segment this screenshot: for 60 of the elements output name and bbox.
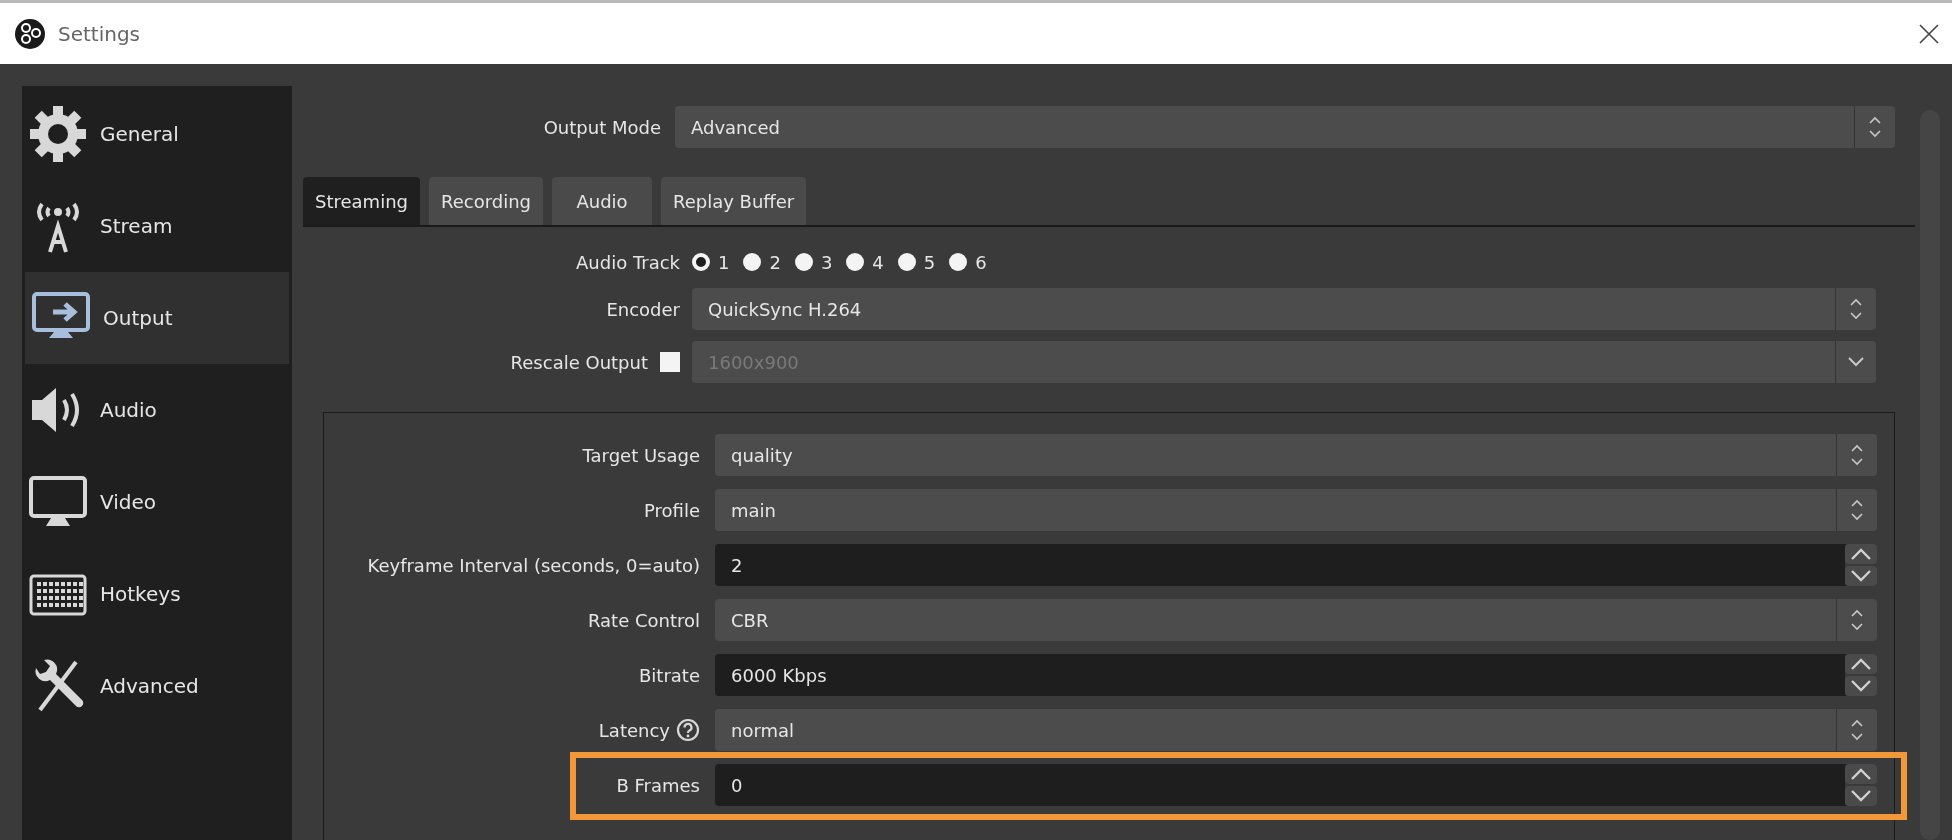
spin-down-button[interactable] <box>1845 676 1877 696</box>
spin-down-button[interactable] <box>1845 566 1877 586</box>
field-label: Encoder <box>606 298 680 320</box>
radio-button[interactable] <box>794 253 813 271</box>
spin-up-button[interactable] <box>1845 544 1877 564</box>
tab[interactable]: Audio <box>552 177 652 225</box>
spin-up-button[interactable] <box>1845 764 1877 784</box>
radio-button[interactable] <box>897 253 916 271</box>
dropdown[interactable]: main <box>715 489 1877 531</box>
radio-label: 5 <box>923 251 936 273</box>
field-label: Target Usage <box>582 444 700 466</box>
dropdown[interactable]: quality <box>715 434 1877 476</box>
radio-label: 2 <box>769 251 781 273</box>
sidebar-item[interactable]: Stream <box>22 180 292 272</box>
radio-label: 6 <box>975 251 987 273</box>
spin-down-button[interactable] <box>1845 786 1877 806</box>
tab[interactable]: Streaming <box>303 177 420 225</box>
sidebar-item[interactable]: Output <box>25 272 289 364</box>
radio-button[interactable] <box>846 253 865 271</box>
gear-icon <box>28 104 88 164</box>
window-title: Settings <box>58 21 141 46</box>
sidebar-item[interactable]: Audio <box>22 364 292 456</box>
sidebar-item[interactable]: Video <box>22 456 292 548</box>
checkbox-label: Rescale Output <box>510 351 648 373</box>
sidebar-item[interactable]: General <box>22 88 292 180</box>
tab[interactable]: Replay Buffer <box>661 177 807 225</box>
field-label: Rate Control <box>587 609 700 631</box>
dropdown[interactable]: QuickSync H.264 <box>692 288 1876 330</box>
close-icon[interactable] <box>1918 22 1940 45</box>
dropdown[interactable]: normal <box>715 709 1877 751</box>
field-label: Audio Track <box>576 251 680 273</box>
up-down-arrows-icon <box>1866 114 1884 140</box>
field-label: Profile <box>644 499 700 521</box>
radio-button[interactable] <box>692 253 710 271</box>
up-down-arrows-icon <box>1848 607 1866 633</box>
app-logo-icon <box>14 17 46 50</box>
number-field[interactable]: 6000 Kbps <box>715 654 1877 696</box>
tab[interactable]: Recording <box>428 177 543 225</box>
field-label: Keyframe Interval (seconds, 0=auto) <box>367 554 700 576</box>
dropdown[interactable]: CBR <box>715 599 1877 641</box>
field-label: Output Mode <box>543 116 661 138</box>
up-down-arrows-icon <box>1848 497 1866 523</box>
number-field[interactable]: 2 <box>715 544 1877 586</box>
up-down-arrows-icon <box>1848 442 1866 468</box>
radio-button[interactable] <box>743 253 762 271</box>
radio-button[interactable] <box>949 253 968 271</box>
field-label: Bitrate <box>639 664 700 686</box>
up-down-arrows-icon <box>1847 296 1865 322</box>
radio-label: 1 <box>718 251 730 273</box>
up-down-arrows-icon <box>1848 717 1866 743</box>
field-label: B Frames <box>616 774 700 796</box>
chevron-down-icon <box>1846 355 1866 369</box>
sidebar-item[interactable]: Advanced <box>22 640 292 732</box>
spin-up-button[interactable] <box>1845 654 1877 674</box>
radio-label: 4 <box>872 251 884 273</box>
sidebar-item[interactable]: Hotkeys <box>22 548 292 640</box>
field-label: Latency <box>598 719 670 741</box>
radio-label: 3 <box>820 251 833 273</box>
dropdown[interactable]: Advanced <box>675 106 1895 148</box>
number-field[interactable]: 0 <box>715 764 1877 806</box>
